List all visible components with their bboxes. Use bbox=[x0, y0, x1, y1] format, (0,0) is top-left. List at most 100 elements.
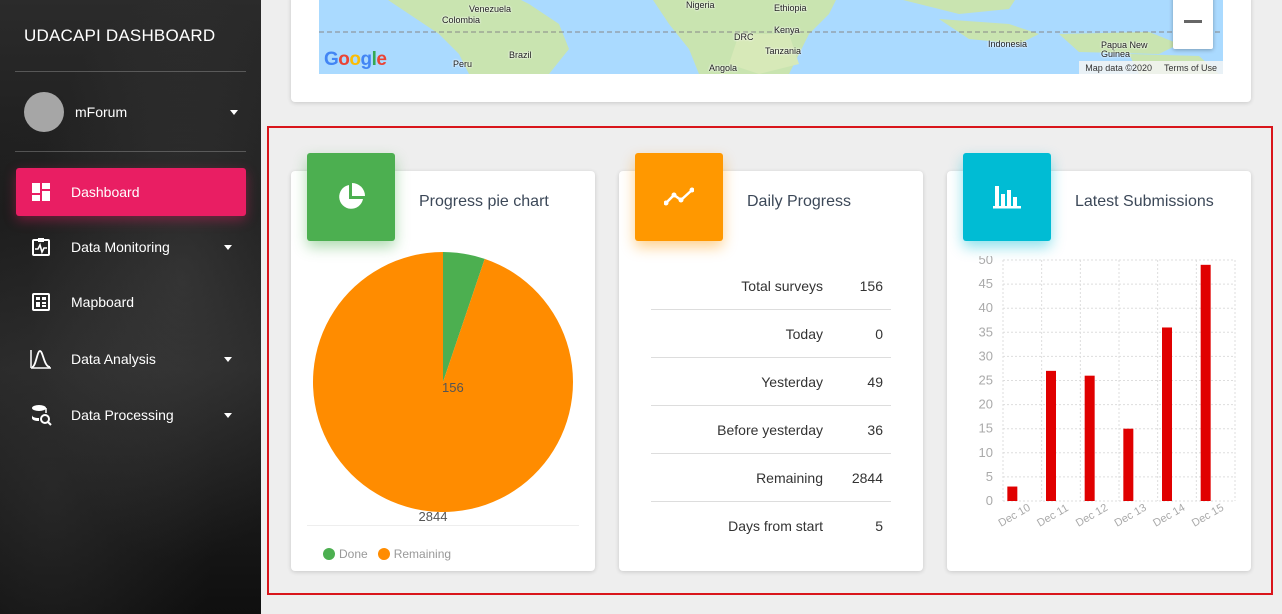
card-icon-box bbox=[635, 153, 723, 241]
y-tick-label: 50 bbox=[979, 256, 993, 267]
stat-label: Before yesterday bbox=[717, 421, 823, 438]
y-tick-label: 25 bbox=[979, 373, 993, 388]
stat-label: Remaining bbox=[756, 469, 823, 486]
legend-item-done[interactable]: Done bbox=[323, 547, 368, 561]
analysis-icon bbox=[30, 348, 52, 370]
x-tick-label: Dec 12 bbox=[1074, 502, 1110, 530]
pie-chart[interactable]: 156 2844 bbox=[291, 241, 595, 521]
user-name: mForum bbox=[75, 104, 128, 120]
zoom-out-button[interactable] bbox=[1173, 0, 1213, 49]
bar-dec-15[interactable] bbox=[1200, 264, 1211, 501]
map-label: Kenya bbox=[774, 25, 800, 35]
sidebar-item-label: Data Monitoring bbox=[71, 239, 170, 255]
map-label: Colombia bbox=[442, 15, 481, 25]
sidebar-divider bbox=[15, 71, 246, 72]
terms-link[interactable]: Terms of Use bbox=[1158, 63, 1223, 73]
map-attribution: Map data ©2020 Terms of Use bbox=[1079, 61, 1223, 74]
y-tick-label: 30 bbox=[979, 348, 993, 363]
map-label: Ethiopia bbox=[774, 3, 807, 13]
sidebar-item-label: Dashboard bbox=[71, 184, 140, 200]
stat-row-yesterday: Yesterday 49 bbox=[651, 358, 891, 406]
bar-dec-12[interactable] bbox=[1084, 375, 1095, 501]
progress-pie-card: Progress pie chart 156 2844 Done Remainin… bbox=[291, 153, 595, 571]
avatar bbox=[24, 92, 64, 132]
stat-row-before-yesterday: Before yesterday 36 bbox=[651, 406, 891, 454]
map-card: Venezuela Colombia Peru Brazil Nigeria E… bbox=[291, 0, 1251, 102]
database-search-icon bbox=[30, 404, 52, 426]
map-label: Nigeria bbox=[686, 0, 715, 10]
map-label: Papua New Guinea bbox=[1101, 40, 1148, 59]
y-tick-label: 0 bbox=[986, 493, 993, 508]
x-tick-label: Dec 15 bbox=[1190, 502, 1226, 530]
card-title: Latest Submissions bbox=[1075, 193, 1214, 210]
card-title: Progress pie chart bbox=[419, 193, 549, 210]
stat-label: Total surveys bbox=[741, 277, 823, 294]
sidebar-item-label: Data Processing bbox=[71, 407, 174, 423]
stat-label: Days from start bbox=[728, 518, 823, 534]
sidebar-item-dashboard[interactable]: Dashboard bbox=[16, 168, 246, 216]
minus-icon bbox=[1184, 20, 1202, 23]
y-tick-label: 5 bbox=[986, 469, 993, 484]
pie-value-label: 2844 bbox=[419, 509, 448, 521]
sidebar-item-label: Mapboard bbox=[71, 294, 135, 310]
legend-label: Remaining bbox=[393, 547, 452, 561]
legend-item-remaining[interactable]: Remaining bbox=[377, 547, 452, 561]
bar-dec-11[interactable] bbox=[1046, 370, 1056, 501]
trend-line-icon bbox=[664, 187, 694, 206]
chevron-down-icon bbox=[230, 109, 238, 115]
stat-row-remaining: Remaining 2844 bbox=[651, 454, 891, 502]
latest-submissions-card: Latest Submissions 0 5 10 15 20 25 30 35 40 45 50 D… bbox=[947, 153, 1251, 571]
bar-chart-icon bbox=[993, 186, 1021, 209]
chevron-down-icon bbox=[224, 412, 232, 418]
map-label: Tanzania bbox=[765, 46, 802, 56]
legend-swatch bbox=[377, 548, 390, 560]
card-icon-box bbox=[307, 153, 395, 241]
stat-value: 5 bbox=[875, 518, 883, 534]
stat-value: 0 bbox=[875, 325, 883, 342]
legend-label: Done bbox=[339, 547, 368, 561]
stat-row-total: Total surveys 156 bbox=[651, 262, 891, 310]
x-tick-label: Dec 11 bbox=[1035, 502, 1070, 529]
map-label: Venezuela bbox=[469, 4, 512, 14]
stat-row-today: Today 0 bbox=[651, 310, 891, 358]
google-logo: Google bbox=[324, 49, 387, 70]
daily-progress-card: Daily Progress Total surveys 156 Today 0… bbox=[619, 153, 923, 571]
pie-chart-icon bbox=[339, 183, 365, 209]
stat-label: Today bbox=[785, 325, 823, 342]
bar-dec-14[interactable] bbox=[1162, 327, 1172, 501]
monitor-icon bbox=[30, 236, 52, 258]
pie-value-label: 156 bbox=[442, 380, 464, 395]
stat-value: 49 bbox=[867, 373, 883, 390]
sidebar-divider bbox=[15, 151, 246, 152]
sidebar-item-data-monitoring[interactable]: Data Monitoring bbox=[16, 223, 246, 271]
stat-value: 2844 bbox=[851, 469, 883, 486]
sidebar-item-data-analysis[interactable]: Data Analysis bbox=[16, 335, 246, 383]
map-label: Indonesia bbox=[988, 39, 1028, 49]
y-tick-label: 35 bbox=[979, 324, 993, 339]
map-label: Peru bbox=[453, 59, 473, 69]
map-label: DRC bbox=[734, 32, 754, 42]
bar-dec-10[interactable] bbox=[1007, 486, 1018, 501]
brand-title[interactable]: UDACAPI DASHBOARD bbox=[24, 26, 215, 46]
map[interactable]: Venezuela Colombia Peru Brazil Nigeria E… bbox=[319, 0, 1223, 74]
chevron-down-icon bbox=[224, 244, 232, 250]
sidebar-item-mapboard[interactable]: Mapboard bbox=[16, 278, 246, 326]
pie-legend: Done Remaining bbox=[323, 547, 461, 561]
stat-row-days-from-start: Days from start 5 bbox=[651, 502, 891, 550]
daily-stats-table: Total surveys 156 Today 0 Yesterday 49 B… bbox=[651, 262, 891, 550]
y-tick-label: 15 bbox=[979, 421, 993, 436]
stat-value: 156 bbox=[859, 277, 883, 294]
submissions-bar-chart[interactable]: 05101520253035404550Dec 10 Dec 11 Dec 12 De… bbox=[947, 256, 1251, 556]
user-menu[interactable]: mForum bbox=[24, 92, 238, 132]
dashboard-icon bbox=[30, 181, 52, 203]
sidebar: UDACAPI DASHBOARD mForum Dashboard Data … bbox=[0, 0, 261, 614]
y-tick-label: 45 bbox=[979, 276, 993, 291]
y-tick-label: 40 bbox=[979, 300, 993, 315]
stat-value: 36 bbox=[867, 421, 883, 438]
x-tick-label: Dec 14 bbox=[1151, 502, 1187, 530]
legend-swatch bbox=[323, 548, 335, 560]
sidebar-item-data-processing[interactable]: Data Processing bbox=[16, 391, 246, 439]
y-tick-label: 10 bbox=[979, 445, 993, 460]
bar-dec-13[interactable] bbox=[1123, 428, 1134, 501]
x-tick-label: Dec 13 bbox=[1113, 502, 1149, 530]
